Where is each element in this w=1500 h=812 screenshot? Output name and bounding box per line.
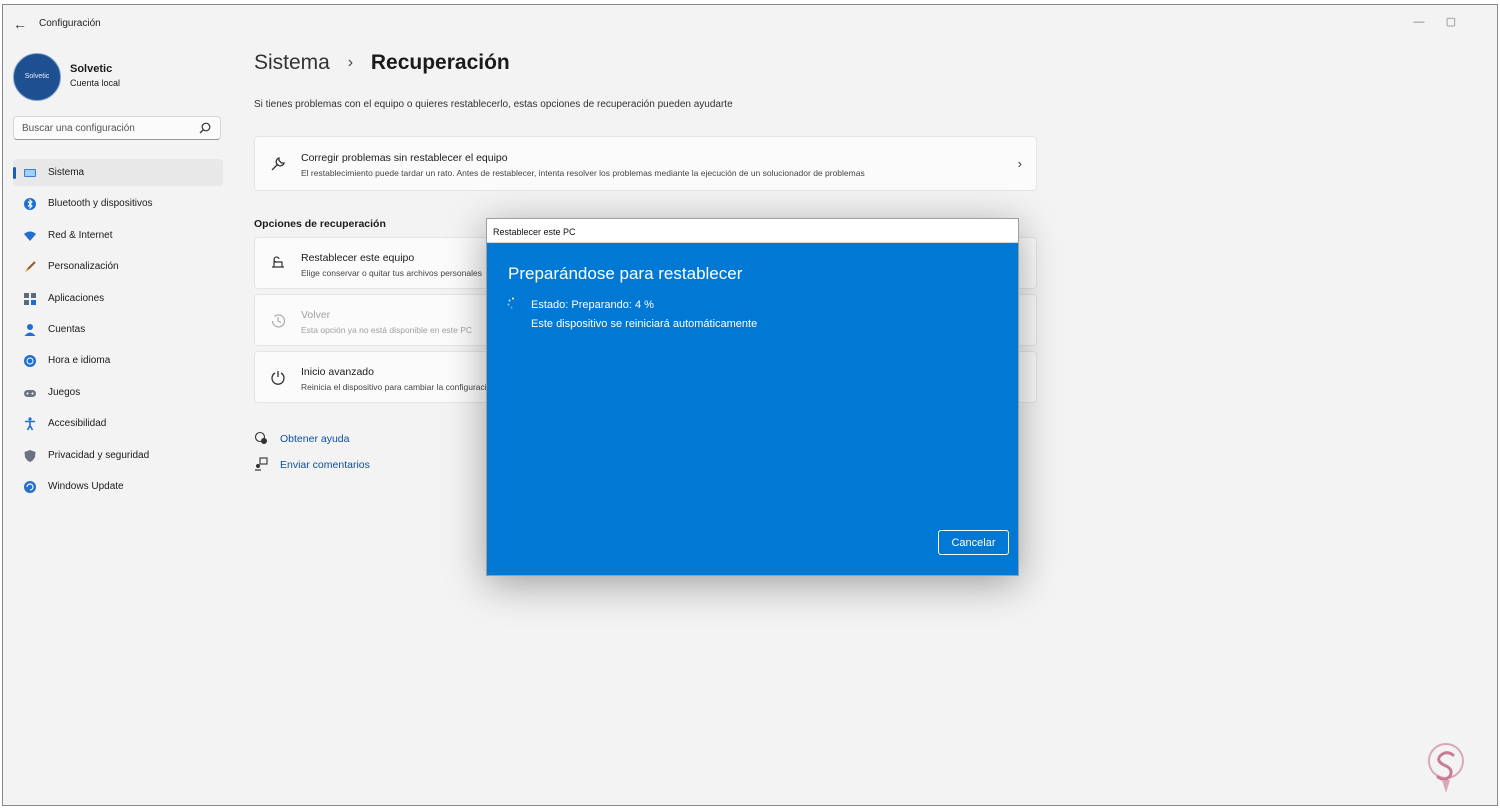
link-label[interactable]: Enviar comentarios xyxy=(280,459,370,471)
breadcrumb: Sistema › Recuperación xyxy=(254,51,510,75)
page-description: Si tienes problemas con el equipo o quie… xyxy=(254,99,733,110)
profile-account-type: Cuenta local xyxy=(70,78,121,88)
history-icon xyxy=(271,314,286,328)
reset-pc-dialog: Restablecer este PC Preparándose para re… xyxy=(486,218,1019,576)
sidebar-nav: Sistema Bluetooth y dispositivos Red & I… xyxy=(13,159,223,504)
sidebar-item-label: Cuentas xyxy=(48,323,86,335)
sidebar-item-label: Accesibilidad xyxy=(48,418,107,430)
minimize-button[interactable]: — xyxy=(1407,13,1431,31)
maximize-button[interactable]: ▢ xyxy=(1439,13,1463,31)
gamepad-icon xyxy=(24,389,36,397)
solvetic-logo-icon xyxy=(1427,743,1464,793)
sidebar-item-label: Aplicaciones xyxy=(48,292,105,304)
sidebar-item-label: Privacidad y seguridad xyxy=(48,449,150,461)
update-icon xyxy=(24,480,36,493)
sidebar-item-label: Juegos xyxy=(48,386,81,398)
fix-problems-card[interactable]: Corregir problemas sin restablecer el eq… xyxy=(254,136,1037,191)
sidebar-item-accesibilidad[interactable]: Accesibilidad xyxy=(13,410,223,437)
search-icon[interactable] xyxy=(198,121,212,135)
page-title: Recuperación xyxy=(370,51,510,74)
spinner-icon xyxy=(507,297,514,309)
fix-card-title: Corregir problemas sin restablecer el eq… xyxy=(301,152,508,164)
wrench-icon xyxy=(271,157,285,171)
sidebar-item-hora-idioma[interactable]: Hora e idioma xyxy=(13,347,223,374)
advanced-startup-icon xyxy=(271,371,285,385)
avatar: Solvetic xyxy=(13,53,61,101)
option-title: Inicio avanzado xyxy=(301,366,374,378)
sidebar-item-privacidad[interactable]: Privacidad y seguridad xyxy=(13,442,223,469)
sidebar-item-label: Bluetooth y dispositivos xyxy=(48,198,153,210)
globe-clock-icon xyxy=(24,355,36,368)
help-chat-icon xyxy=(254,431,267,444)
sidebar-item-label: Personalización xyxy=(48,261,119,273)
apps-icon xyxy=(24,292,36,305)
monitor-icon xyxy=(24,169,36,177)
app-title: Configuración xyxy=(39,18,101,29)
shield-icon xyxy=(24,449,36,462)
reset-pc-icon xyxy=(272,256,284,268)
option-subtitle: Elige conservar o quitar tus archivos pe… xyxy=(301,268,482,278)
brush-icon xyxy=(25,261,36,273)
sidebar-item-juegos[interactable]: Juegos xyxy=(13,379,223,406)
option-subtitle: Esta opción ya no está disponible en est… xyxy=(301,325,473,335)
section-title: Opciones de recuperación xyxy=(254,218,386,230)
option-title: Volver xyxy=(301,309,331,321)
sidebar-item-cuentas[interactable]: Cuentas xyxy=(13,316,223,343)
breadcrumb-separator: › xyxy=(347,54,354,71)
feedback-icon xyxy=(255,457,268,471)
person-icon xyxy=(24,323,36,336)
option-subtitle: Reinicia el dispositivo para cambiar la … xyxy=(301,382,497,392)
chevron-right-icon: › xyxy=(1017,156,1022,171)
sidebar-item-aplicaciones[interactable]: Aplicaciones xyxy=(13,285,223,312)
sidebar-item-label: Windows Update xyxy=(48,480,124,492)
wifi-icon xyxy=(24,231,36,241)
sidebar-item-bluetooth[interactable]: Bluetooth y dispositivos xyxy=(13,190,223,217)
dialog-window-title: Restablecer este PC xyxy=(493,227,576,237)
sidebar-item-sistema[interactable]: Sistema xyxy=(13,159,223,186)
option-title: Restablecer este equipo xyxy=(301,252,415,264)
sidebar-item-personalizacion[interactable]: Personalización xyxy=(13,253,223,280)
search-placeholder: Buscar una configuración xyxy=(22,123,135,134)
accessibility-icon xyxy=(25,417,35,431)
dialog-note: Este dispositivo se reiniciará automátic… xyxy=(531,318,758,330)
title-bar: ← Configuración — ▢ xyxy=(3,5,1497,43)
bluetooth-icon xyxy=(24,198,36,211)
breadcrumb-parent[interactable]: Sistema xyxy=(254,51,330,74)
sidebar-item-red[interactable]: Red & Internet xyxy=(13,222,223,249)
fix-card-subtitle: El restablecimiento puede tardar un rato… xyxy=(301,168,865,178)
dialog-title-bar: Restablecer este PC xyxy=(487,219,1018,243)
sidebar-item-label: Red & Internet xyxy=(48,229,113,241)
dialog-heading: Preparándose para restablecer xyxy=(508,264,743,283)
cancel-button[interactable]: Cancelar xyxy=(938,530,1009,555)
dialog-status: Estado: Preparando: 4 % xyxy=(531,299,654,311)
link-label[interactable]: Obtener ayuda xyxy=(280,433,349,445)
sidebar-item-label: Hora e idioma xyxy=(48,355,111,367)
sidebar-item-label: Sistema xyxy=(48,167,85,178)
back-button[interactable]: ← xyxy=(11,15,29,33)
profile-name: Solvetic xyxy=(70,63,113,75)
sidebar-item-windows-update[interactable]: Windows Update xyxy=(13,473,223,500)
search-input[interactable]: Buscar una configuración xyxy=(13,116,221,140)
